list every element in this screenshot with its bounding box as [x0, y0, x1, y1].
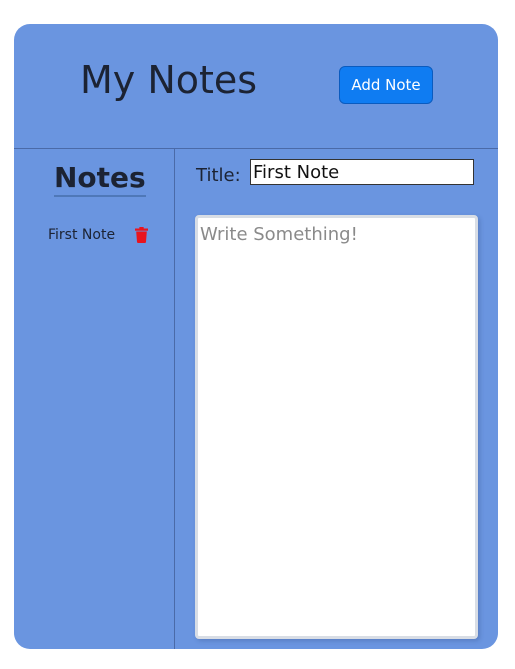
- notes-app: My Notes Add Note Notes First Note Title…: [14, 24, 498, 649]
- note-editor: Title:: [175, 149, 498, 649]
- note-item-label[interactable]: First Note: [48, 227, 115, 243]
- app-header: My Notes Add Note: [14, 24, 498, 149]
- notes-sidebar: Notes First Note: [14, 149, 175, 649]
- note-list-item[interactable]: First Note: [48, 223, 158, 247]
- sidebar-heading: Notes: [54, 161, 146, 197]
- add-note-button[interactable]: Add Note: [339, 66, 433, 104]
- app-title: My Notes: [80, 58, 258, 102]
- trash-icon[interactable]: [133, 226, 149, 244]
- title-label: Title:: [196, 165, 241, 186]
- note-body-textarea[interactable]: [195, 215, 478, 639]
- trash-icon-graphic: [134, 227, 148, 243]
- note-title-input[interactable]: [250, 159, 474, 185]
